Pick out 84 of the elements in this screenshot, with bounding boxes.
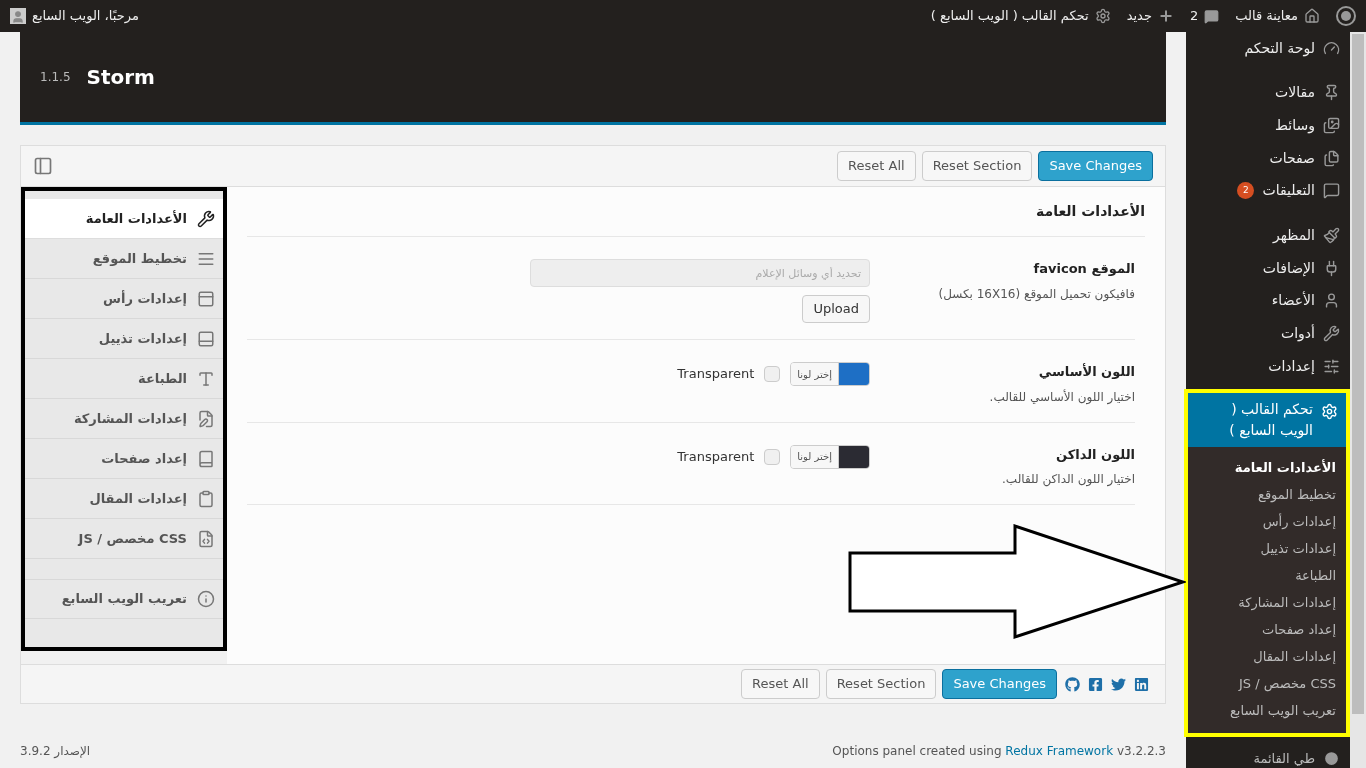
- submenu-item[interactable]: CSS مخصص / JS: [1188, 670, 1346, 698]
- section-tab[interactable]: تعريب الويب السابع: [25, 579, 223, 619]
- color-picker-button[interactable]: إختر لونا: [791, 445, 839, 468]
- section-title: الأعدادات العامة: [247, 187, 1145, 237]
- menu-item[interactable]: أدوات: [1186, 317, 1350, 350]
- wordpress-logo-icon[interactable]: [1336, 6, 1356, 26]
- user-icon: [1323, 292, 1340, 310]
- color-picker-button[interactable]: إختر لونا: [791, 363, 839, 385]
- clipboard-icon: [197, 489, 215, 508]
- menu-item[interactable]: لوحة التحكم: [1186, 32, 1350, 65]
- pages-icon: [1323, 149, 1340, 167]
- wrench-icon: [197, 209, 215, 228]
- paintbrush-icon: [1323, 227, 1340, 245]
- field-title: اللون الداكن: [1055, 445, 1135, 464]
- account-link[interactable]: مرحبًا، الويب السابع: [10, 6, 139, 26]
- book-icon: [197, 449, 215, 468]
- menu-item[interactable]: مقالات: [1186, 76, 1350, 110]
- field-description: فافيكون تحميل الموقع (16X16 بكسل): [937, 285, 1135, 303]
- twitter-icon[interactable]: [1111, 676, 1126, 692]
- edit-icon: [197, 409, 215, 428]
- menu-item[interactable]: الإضافات: [1186, 251, 1350, 285]
- count-badge: 2: [1237, 182, 1255, 200]
- type-icon: [197, 369, 215, 388]
- field-title: اللون الأساسي: [1037, 362, 1135, 381]
- linkedin-icon[interactable]: [1134, 676, 1149, 692]
- submenu-item[interactable]: تخطيط الموقع: [1188, 481, 1346, 509]
- visit-site-link[interactable]: معاينة قالب: [1235, 6, 1320, 26]
- color-swatch[interactable]: [839, 445, 869, 468]
- submenu-item[interactable]: إعدادات المقال: [1188, 643, 1346, 671]
- theme-name: Storm: [86, 64, 155, 91]
- settings-icon: [1321, 402, 1338, 420]
- transparent-label: Transparent: [677, 365, 755, 384]
- wrench-icon: [1323, 325, 1340, 343]
- field-description: اختيار اللون الداكن للقالب.: [1001, 471, 1135, 488]
- new-link[interactable]: جديد: [1126, 6, 1174, 26]
- field-description: اختيار اللون الأساسي للقالب.: [988, 388, 1135, 406]
- comment-icon: [1323, 182, 1340, 200]
- reset-button[interactable]: Reset Section: [825, 669, 937, 699]
- credit-text: Options panel created using Redux Framework v3.2.2.3: [832, 743, 1166, 760]
- footer-icon: [197, 329, 215, 348]
- home-icon: [1304, 8, 1320, 24]
- section-tab[interactable]: الأعدادات العامة: [25, 199, 223, 239]
- submenu-item[interactable]: إعدادات المشاركة: [1188, 589, 1346, 617]
- panel-toggle-icon[interactable]: [33, 156, 53, 176]
- github-icon[interactable]: [1065, 676, 1080, 692]
- submenu-item[interactable]: إعداد صفحات: [1188, 616, 1346, 644]
- theme-version: 1.1.5: [40, 69, 71, 86]
- submenu-item[interactable]: تعريب الويب السابع: [1188, 697, 1346, 725]
- field-title: الموقع favicon: [1032, 260, 1135, 278]
- menu-item[interactable]: إعدادات: [1186, 349, 1350, 383]
- submenu-item[interactable]: الطباعة: [1188, 562, 1346, 590]
- code-file-icon: [197, 529, 215, 548]
- transparent-label: Transparent: [677, 447, 755, 466]
- menu-item[interactable]: المظهر: [1186, 219, 1350, 252]
- submenu-item[interactable]: إعدادات رأس: [1188, 508, 1346, 536]
- reset-button[interactable]: Reset Section: [921, 151, 1033, 181]
- images-icon: [1323, 117, 1340, 135]
- submenu-item[interactable]: الأعدادات العامة: [1188, 454, 1346, 482]
- comment-icon: [1204, 8, 1220, 24]
- plus-icon: [1157, 8, 1174, 24]
- gauge-icon: [1323, 39, 1340, 57]
- submenu-item[interactable]: إعدادات تذييل: [1188, 535, 1346, 563]
- collapse-menu-button[interactable]: طي القائمة: [1186, 748, 1350, 768]
- redux-link[interactable]: Redux Framework: [1005, 744, 1114, 758]
- active-menu-item[interactable]: تحكم القالب ( الويب السابع ): [1188, 392, 1346, 447]
- header-icon: [197, 289, 215, 308]
- color-swatch[interactable]: [839, 363, 869, 385]
- sliders-icon: [1323, 357, 1340, 375]
- avatar-icon: [10, 8, 26, 24]
- pin-icon: [1323, 84, 1340, 102]
- settings-icon: [1094, 8, 1111, 24]
- wordpress-version: الإصدار 3.9.2: [20, 743, 91, 760]
- transparent-checkbox[interactable]: [764, 448, 781, 465]
- reset-button[interactable]: Reset All: [741, 669, 820, 699]
- menu-item[interactable]: وسائط: [1186, 109, 1350, 142]
- reset-button[interactable]: Reset All: [837, 151, 916, 181]
- theme-panel-link[interactable]: تحكم القالب ( الويب السابع ): [930, 6, 1111, 26]
- upload-button[interactable]: Upload: [802, 295, 870, 323]
- menu-item[interactable]: صفحات: [1186, 141, 1350, 175]
- info-icon: [197, 590, 215, 608]
- transparent-checkbox[interactable]: [764, 366, 781, 382]
- facebook-icon[interactable]: [1088, 676, 1103, 692]
- menu-item[interactable]: الأعضاء: [1186, 284, 1350, 318]
- comments-link[interactable]: 2: [1189, 6, 1220, 26]
